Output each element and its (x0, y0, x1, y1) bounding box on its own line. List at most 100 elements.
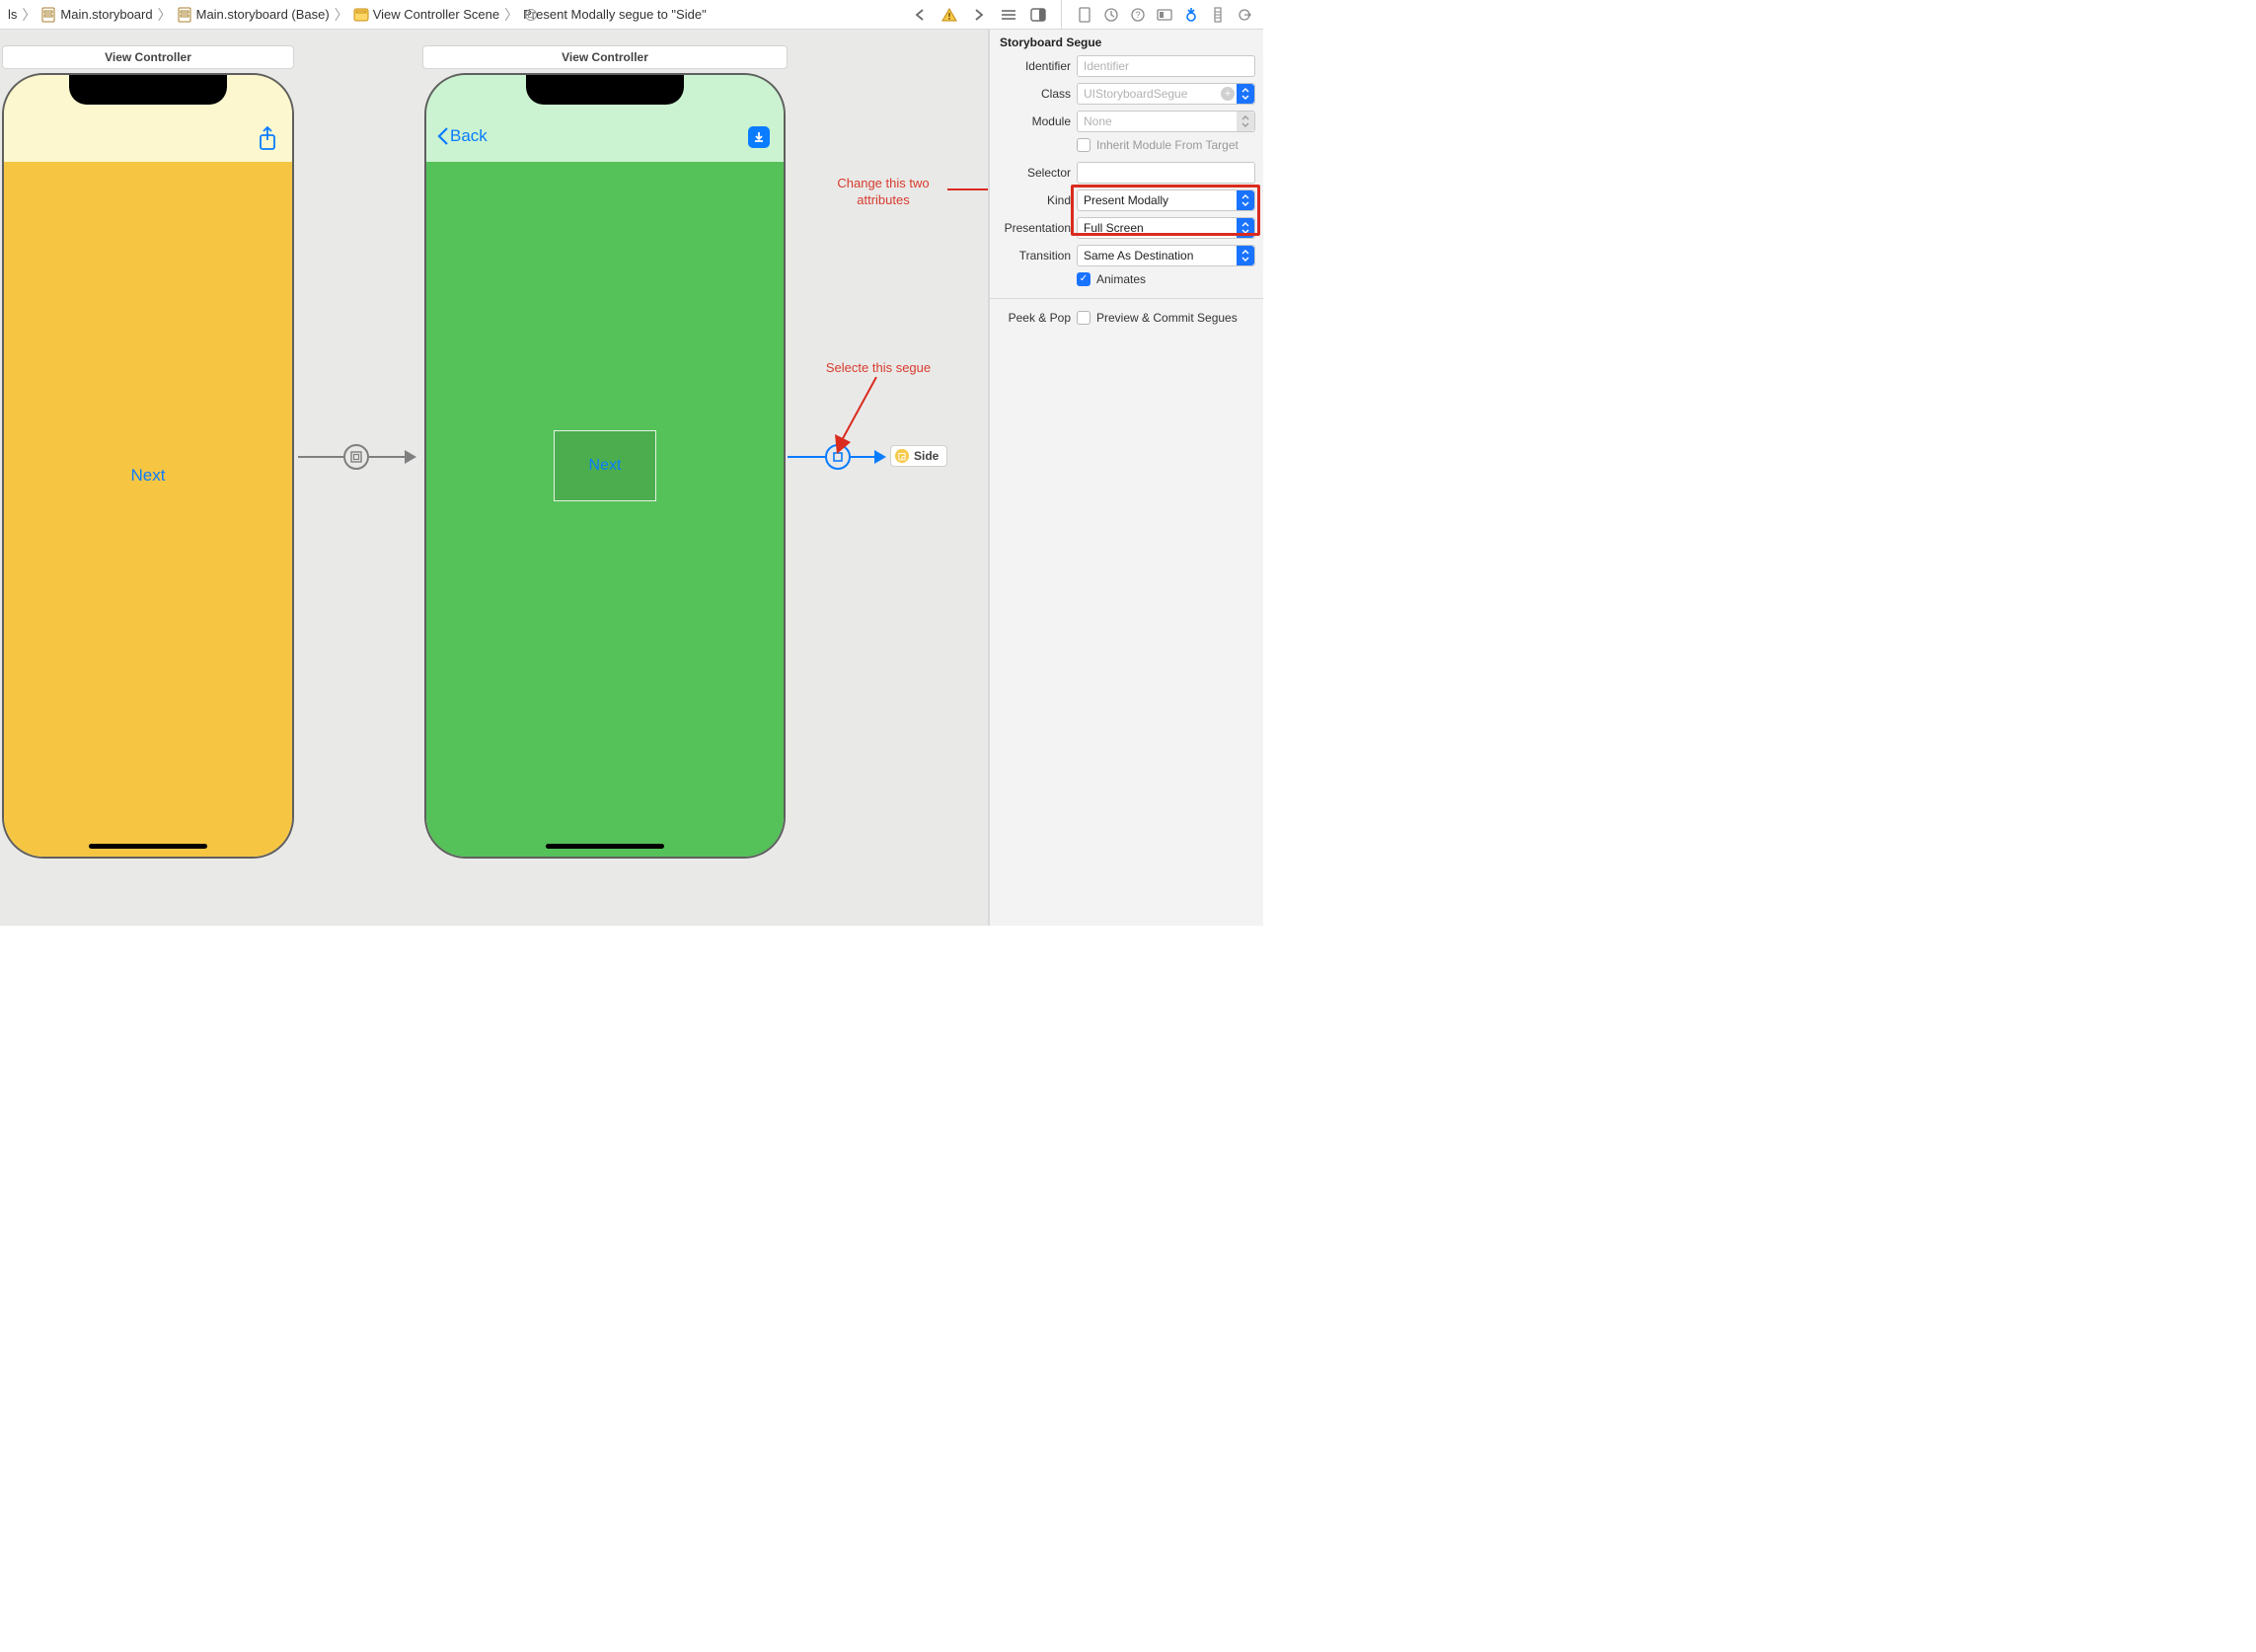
inspector-section-title: Storyboard Segue (990, 30, 1263, 53)
adjust-editor-icon[interactable] (1027, 4, 1049, 26)
dropdown-caret-icon (1237, 84, 1254, 104)
segue-connector-1[interactable] (298, 444, 420, 470)
breadcrumb-sep: 〉 (21, 5, 37, 25)
class-row: Class UIStoryboardSegue + (998, 83, 1255, 105)
identity-inspector-tab-icon[interactable] (1156, 6, 1173, 24)
next-label: Next (589, 457, 622, 475)
breadcrumb-item-0[interactable]: ls (6, 7, 19, 22)
breadcrumb-sep: 〉 (334, 5, 349, 25)
vc-title-label: View Controller (562, 50, 648, 64)
segue-node-icon (343, 444, 369, 470)
class-select[interactable]: UIStoryboardSegue + (1077, 83, 1255, 105)
dropdown-caret-icon (1237, 112, 1254, 131)
vc2-title-bar[interactable]: View Controller (422, 45, 788, 69)
storyboard-file-icon (177, 7, 192, 23)
annotation-arrow-icon (827, 377, 886, 456)
annotation-select-segue: Selecte this segue (809, 360, 947, 377)
help-inspector-tab-icon[interactable]: ? (1129, 6, 1147, 24)
class-value: UIStoryboardSegue (1084, 87, 1187, 101)
presentation-value: Full Screen (1084, 221, 1144, 235)
module-row: Module None (998, 111, 1255, 132)
breadcrumb-label: Present Modally segue to "Side" (523, 7, 707, 22)
phone-mock-2[interactable]: Back Next (424, 73, 786, 859)
history-inspector-tab-icon[interactable] (1102, 6, 1120, 24)
phone-mock-1[interactable]: Next (2, 73, 294, 859)
home-indicator (89, 844, 207, 849)
inspector-tab-bar: ? (1066, 0, 1263, 29)
selector-input[interactable] (1077, 162, 1255, 184)
module-select[interactable]: None (1077, 111, 1255, 132)
dropdown-caret-icon (1237, 190, 1254, 210)
annotation-change-attrs: Change this two attributes (814, 176, 952, 209)
inherit-module-row: Inherit Module From Target (998, 138, 1255, 152)
connections-inspector-tab-icon[interactable] (1236, 6, 1253, 24)
dropdown-caret-icon (1237, 246, 1254, 265)
identifier-row: Identifier (998, 55, 1255, 77)
side-label: Side (914, 449, 939, 463)
container-view[interactable]: Next (554, 430, 656, 501)
peek-pop-row: Peek & Pop Preview & Commit Segues (998, 311, 1255, 325)
peek-pop-value-label: Preview & Commit Segues (1096, 311, 1238, 325)
nav-forward-button[interactable] (968, 4, 990, 26)
storyboard-canvas[interactable]: View Controller View Controller Next (0, 30, 989, 926)
size-inspector-tab-icon[interactable] (1209, 6, 1227, 24)
breadcrumb-sep: 〉 (157, 5, 173, 25)
breadcrumb-item-1[interactable]: Main.storyboard (38, 7, 154, 23)
annotation-arrow-icon (947, 180, 989, 199)
presentation-row: Presentation Full Screen (998, 217, 1255, 239)
back-button[interactable]: Back (436, 126, 488, 146)
inspector-panel: Storyboard Segue Identifier Class UIStor… (989, 30, 1263, 926)
peek-pop-label: Peek & Pop (998, 311, 1071, 325)
presentation-label: Presentation (998, 221, 1071, 235)
breadcrumb-item-4[interactable]: Present Modally segue to "Side" (521, 7, 709, 22)
selector-row: Selector (998, 162, 1255, 184)
breadcrumb-sep: 〉 (503, 5, 519, 25)
breadcrumb-item-3[interactable]: View Controller Scene (351, 7, 501, 23)
download-icon[interactable] (748, 126, 770, 148)
inherit-module-label: Inherit Module From Target (1096, 138, 1239, 152)
breadcrumb-label: Main.storyboard (Base) (196, 7, 330, 22)
animates-label: Animates (1096, 272, 1146, 286)
toolbar-divider (1061, 0, 1062, 30)
kind-row: Kind Present Modally (998, 189, 1255, 211)
inspector-divider (990, 298, 1263, 299)
breadcrumb: ls 〉 Main.storyboard 〉 Main.storyboard (… (0, 0, 714, 29)
inherit-module-checkbox[interactable] (1077, 138, 1090, 152)
breadcrumb-item-2[interactable]: Main.storyboard (Base) (175, 7, 332, 23)
phone-notch (526, 75, 684, 105)
identifier-input[interactable] (1077, 55, 1255, 77)
class-label: Class (998, 87, 1071, 101)
kind-label: Kind (998, 193, 1071, 207)
outline-toggle-icon[interactable] (998, 4, 1019, 26)
kind-value: Present Modally (1084, 193, 1168, 207)
module-value: None (1084, 114, 1112, 128)
canvas-toolbar-right (901, 0, 1057, 29)
phone-notch (69, 75, 227, 105)
file-inspector-tab-icon[interactable] (1076, 6, 1093, 24)
transition-label: Transition (998, 249, 1071, 263)
breadcrumb-label: Main.storyboard (60, 7, 152, 22)
vc1-title-bar[interactable]: View Controller (2, 45, 294, 69)
next-button[interactable]: Next (131, 466, 166, 486)
selector-label: Selector (998, 166, 1071, 180)
peek-pop-checkbox[interactable] (1077, 311, 1090, 325)
add-class-icon[interactable]: + (1221, 87, 1235, 101)
attributes-inspector-tab-icon[interactable] (1182, 6, 1200, 24)
issues-indicator-icon[interactable] (939, 4, 960, 26)
scene-icon (353, 7, 369, 23)
kind-select[interactable]: Present Modally (1077, 189, 1255, 211)
transition-select[interactable]: Same As Destination (1077, 245, 1255, 266)
share-icon[interactable] (257, 126, 278, 155)
module-label: Module (998, 114, 1071, 128)
vc-title-label: View Controller (105, 50, 191, 64)
animates-checkbox[interactable] (1077, 272, 1090, 286)
segue-icon (523, 7, 539, 23)
top-toolbar: ls 〉 Main.storyboard 〉 Main.storyboard (… (0, 0, 1263, 30)
animates-row: Animates (998, 272, 1255, 286)
identifier-label: Identifier (998, 59, 1071, 73)
side-destination-pill[interactable]: ◲ Side (890, 445, 947, 467)
breadcrumb-label: ls (8, 7, 17, 22)
back-label: Back (450, 126, 488, 146)
nav-back-button[interactable] (909, 4, 931, 26)
presentation-select[interactable]: Full Screen (1077, 217, 1255, 239)
